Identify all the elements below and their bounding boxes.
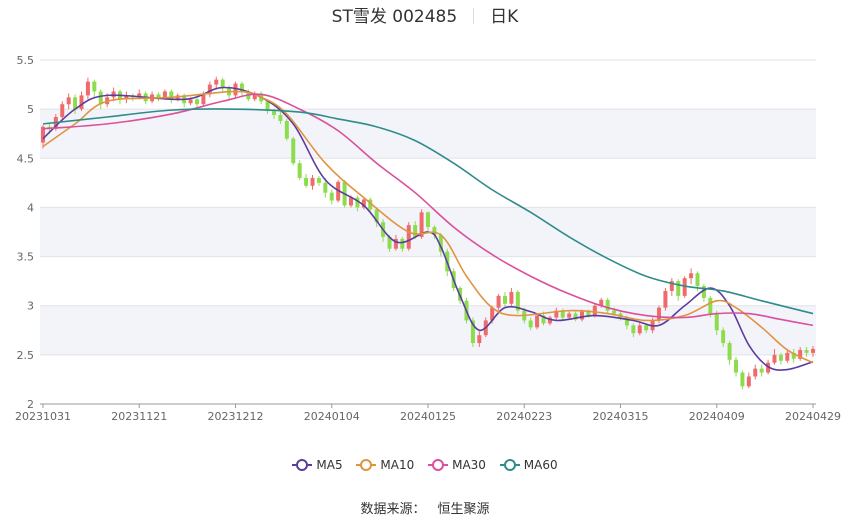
candle-body: [85, 81, 90, 96]
source-value: 恒生聚源: [437, 502, 490, 517]
candle-body: [714, 313, 719, 331]
candle-body: [612, 310, 617, 314]
data-source: 数据来源： 恒生聚源: [0, 498, 850, 517]
candle-body: [284, 120, 289, 139]
candle-body: [278, 115, 283, 121]
candle-body: [811, 348, 815, 353]
candle-body: [663, 290, 668, 308]
candle-body: [759, 368, 764, 373]
legend-item-ma5[interactable]: MA5: [292, 458, 343, 472]
candle-body: [644, 325, 649, 331]
legend-item-ma60[interactable]: MA60: [499, 458, 558, 472]
y-tick-label: 2.5: [17, 349, 35, 362]
ma10-legend-icon: [356, 459, 377, 471]
legend-label-ma30: MA30: [452, 458, 486, 472]
candle-body: [727, 343, 732, 360]
candle-body: [785, 352, 790, 361]
candle-body: [406, 225, 411, 249]
x-tick-label: 20231031: [15, 410, 71, 423]
candle-body: [772, 354, 777, 363]
x-tick-label: 20231212: [208, 410, 264, 423]
candle-body: [162, 91, 167, 98]
candle-body: [304, 177, 309, 186]
y-tick-label: 5: [27, 103, 34, 116]
candle-body: [535, 315, 540, 328]
x-tick-label: 20240125: [400, 410, 456, 423]
legend-item-ma10[interactable]: MA10: [356, 458, 414, 472]
candle-body: [496, 295, 501, 308]
x-tick-label: 20240104: [304, 410, 360, 423]
candlestick-chart: 22.533.544.555.5 20231031 20231121 2023121…: [15, 54, 841, 423]
source-label: 数据来源：: [360, 502, 426, 517]
candle-body: [188, 99, 193, 104]
legend-label-ma5: MA5: [316, 458, 343, 472]
candle-body: [695, 273, 700, 287]
candle-body: [580, 311, 584, 320]
y-tick-label: 5.5: [17, 54, 35, 67]
candle-body: [721, 330, 726, 344]
candle-body: [592, 305, 597, 316]
candle-body: [778, 354, 783, 361]
candle-body: [708, 297, 713, 314]
candle-body: [66, 97, 71, 105]
candle-body: [201, 94, 206, 105]
candle-body: [413, 225, 418, 237]
candle-body: [79, 95, 84, 110]
candle-body: [605, 299, 610, 311]
candle-body: [804, 349, 809, 353]
candle-body: [291, 138, 296, 164]
ma30-legend-icon: [428, 459, 449, 471]
candle-body: [426, 212, 430, 228]
candle-body: [214, 79, 219, 85]
chart-legend: MA5 MA10 MA30 MA60: [0, 458, 850, 475]
legend-item-ma30[interactable]: MA30: [428, 458, 486, 472]
candle-body: [746, 376, 751, 387]
x-tick-label: 20240409: [689, 410, 745, 423]
candle-body: [689, 273, 694, 279]
grid-band: [40, 305, 816, 355]
x-tick-label: 20240223: [496, 410, 552, 423]
x-tick-label: 20240315: [593, 410, 649, 423]
candle-body: [272, 111, 276, 116]
candle-body: [60, 104, 65, 118]
y-tick-label: 3.5: [17, 251, 35, 264]
candle-body: [503, 295, 507, 304]
candle-body: [631, 325, 636, 334]
candle-body: [329, 192, 334, 201]
candle-body: [509, 291, 514, 304]
ma60-legend-icon: [499, 459, 520, 471]
candle-body: [477, 335, 482, 344]
legend-label-ma10: MA10: [380, 458, 415, 472]
y-tick-label: 3: [27, 300, 34, 313]
candle-body: [567, 313, 572, 318]
candle-body: [316, 177, 321, 183]
candle-body: [297, 163, 302, 178]
candle-body: [637, 325, 642, 334]
y-tick-label: 4.5: [17, 152, 35, 165]
candle-body: [195, 99, 199, 105]
candle-body: [310, 177, 315, 186]
candle-body: [676, 281, 681, 296]
x-tick-label: 20240429: [785, 410, 841, 423]
candle-body: [156, 94, 161, 98]
x-tick-label: 20231121: [111, 410, 167, 423]
candle-body: [220, 79, 225, 88]
candle-body: [740, 372, 745, 387]
candle-body: [92, 81, 97, 92]
candle-body: [528, 320, 533, 328]
candle-body: [323, 182, 328, 193]
candle-body: [734, 359, 738, 373]
ma5-legend-icon: [292, 459, 313, 471]
candle-body: [753, 368, 758, 377]
legend-label-ma60: MA60: [523, 458, 558, 472]
y-tick-label: 4: [27, 201, 34, 214]
candle-body: [400, 238, 405, 249]
candle-body: [657, 307, 661, 321]
